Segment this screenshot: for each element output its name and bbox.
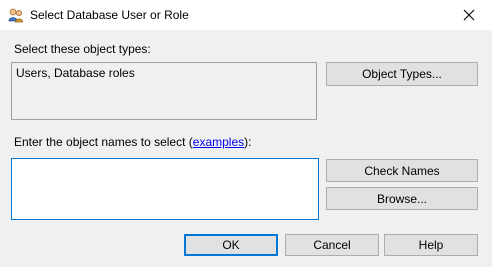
object-names-label-prefix: Enter the object names to select (: [14, 135, 193, 149]
check-names-button-label: Check Names: [364, 163, 440, 178]
object-types-label: Select these object types:: [14, 42, 151, 56]
window-title: Select Database User or Role: [30, 8, 189, 22]
cancel-button[interactable]: Cancel: [285, 234, 379, 256]
object-types-value: Users, Database roles: [16, 66, 135, 80]
users-roles-icon: [8, 7, 24, 23]
close-button[interactable]: [446, 0, 492, 30]
object-names-label-suffix: ):: [244, 135, 252, 149]
help-button[interactable]: Help: [384, 234, 478, 256]
ok-button[interactable]: OK: [184, 234, 278, 256]
help-button-label: Help: [418, 238, 444, 252]
object-types-button[interactable]: Object Types...: [326, 62, 478, 86]
check-names-button[interactable]: Check Names: [326, 159, 478, 182]
examples-link[interactable]: examples: [193, 135, 244, 149]
browse-button[interactable]: Browse...: [326, 187, 478, 210]
select-database-user-or-role-dialog: Select Database User or Role Select thes…: [0, 0, 492, 267]
close-icon: [463, 9, 475, 21]
object-types-button-label: Object Types...: [362, 67, 442, 81]
object-names-label: Enter the object names to select (exampl…: [14, 135, 251, 149]
cancel-button-label: Cancel: [313, 238, 351, 252]
object-types-display: Users, Database roles: [11, 62, 317, 120]
title-bar: Select Database User or Role: [0, 0, 492, 30]
browse-button-label: Browse...: [376, 191, 427, 206]
object-names-input[interactable]: [11, 158, 319, 220]
ok-button-label: OK: [222, 238, 240, 252]
